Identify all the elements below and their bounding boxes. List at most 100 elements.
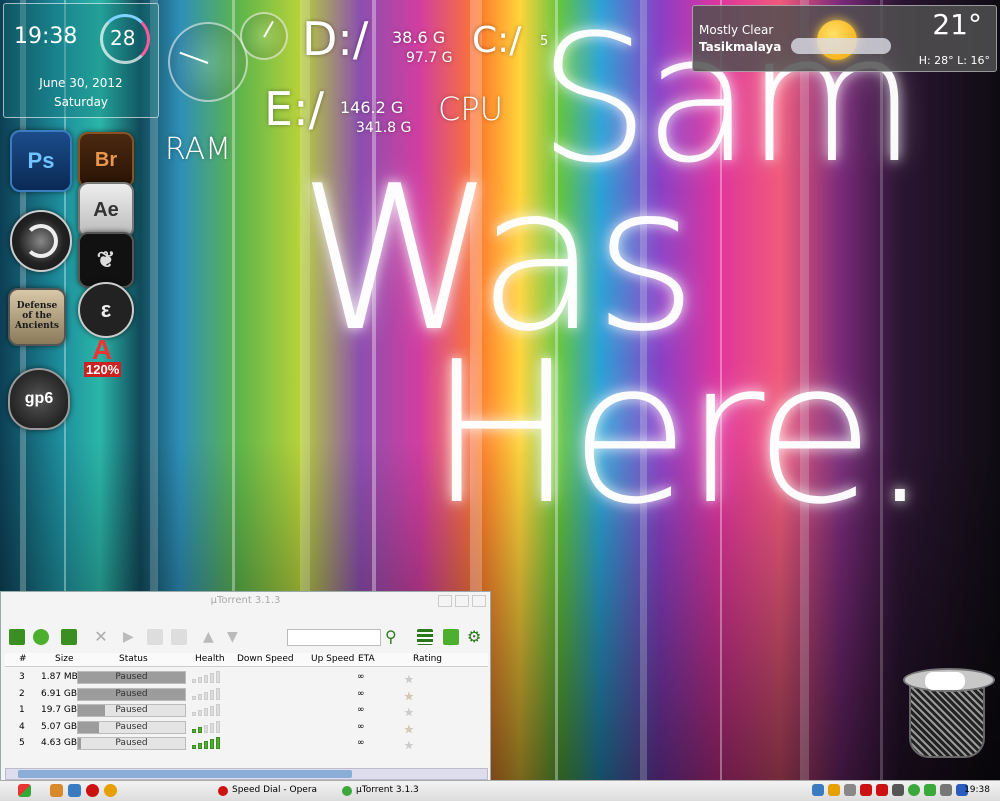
tray-icon-3[interactable]: [844, 784, 856, 796]
row-status: Paused: [115, 688, 148, 699]
tray-icon-7[interactable]: [908, 784, 920, 796]
col-size[interactable]: Size: [55, 654, 73, 664]
swirl-app-icon[interactable]: [10, 210, 72, 272]
col-rating[interactable]: Rating: [413, 654, 442, 664]
row-num: 1: [19, 705, 25, 715]
clock-date: June 30, 2012: [39, 76, 123, 90]
horizontal-scrollbar[interactable]: [5, 768, 488, 780]
row-size: 5.07 GB: [41, 721, 78, 732]
row-eta: ∞: [357, 738, 365, 748]
col-health[interactable]: Health: [195, 654, 225, 664]
opera-icon: [218, 785, 228, 796]
col-up-speed[interactable]: Up Speed: [311, 654, 354, 664]
move-up-icon[interactable]: ▲: [203, 629, 219, 645]
tray-icon-1[interactable]: [812, 784, 824, 796]
row-num: 3: [19, 672, 25, 682]
row-size: 19.7 GB: [41, 705, 78, 715]
clock-day: Saturday: [53, 95, 109, 109]
tray-icon-5[interactable]: [876, 784, 888, 796]
gear-icon[interactable]: ⚙: [467, 629, 483, 645]
feather-app-icon[interactable]: ❦: [78, 232, 134, 288]
utorrent-window[interactable]: µTorrent 3.1.3 ✕ ▶ ▲ ▼ ⚲ ⚙ # Size Status…: [0, 591, 491, 783]
drive-e-total: 341.8 G: [356, 120, 412, 136]
remove-icon[interactable]: ✕: [93, 629, 109, 645]
tray-icon-6[interactable]: [892, 784, 904, 796]
row-size: 6.91 GB: [41, 688, 78, 699]
weather-condition: Mostly Clear: [699, 23, 774, 37]
table-row[interactable]: 3 1.87 MB Paused ∞ ★ ★ ★ ★ ★: [5, 669, 488, 686]
col-status[interactable]: Status: [119, 654, 148, 664]
star-icon[interactable]: ★: [404, 723, 414, 736]
window-controls: [438, 595, 486, 607]
search-icon[interactable]: ⚲: [385, 629, 401, 645]
guitar-pro-icon[interactable]: gp6: [8, 368, 70, 430]
start-icon[interactable]: ▶: [123, 629, 139, 645]
cloud-icon: [791, 38, 891, 54]
star-icon[interactable]: ★: [404, 673, 414, 686]
recycle-bin-icon[interactable]: [903, 668, 995, 758]
drive-e-free: 146.2 G: [340, 98, 404, 117]
add-torrent-icon[interactable]: [9, 629, 25, 645]
maximize-button[interactable]: [455, 595, 469, 607]
quicklaunch-browser-icon[interactable]: [68, 784, 81, 797]
tray-icon-2[interactable]: [828, 784, 840, 796]
star-icon[interactable]: ★: [404, 706, 414, 719]
table-row[interactable]: 4 5.07 GB Paused ∞ ★ ★ ★ ★ ★: [5, 719, 488, 736]
quicklaunch-media-icon[interactable]: [104, 784, 117, 797]
ram-label: RAM: [165, 132, 232, 167]
taskbar-clock[interactable]: 19:38: [964, 785, 990, 795]
star-icon[interactable]: ★: [404, 739, 414, 752]
task-utorrent[interactable]: µTorrent 3.1.3: [342, 783, 419, 798]
stop-icon[interactable]: [171, 629, 187, 645]
col-eta[interactable]: ETA: [358, 654, 375, 664]
clock-time: 19:38: [14, 24, 78, 49]
move-down-icon[interactable]: ▼: [227, 629, 243, 645]
wallpaper-text-here: Here.: [428, 320, 931, 548]
col-down-speed[interactable]: Down Speed: [237, 654, 294, 664]
pause-icon[interactable]: [147, 629, 163, 645]
windows-start-icon[interactable]: [18, 784, 31, 797]
row-status: Paused: [115, 705, 148, 715]
weather-gadget[interactable]: Mostly Clear Tasikmalaya 21° H: 28° L: 1…: [692, 5, 997, 72]
status-progress-bar: Paused: [77, 671, 186, 684]
col-num[interactable]: #: [19, 654, 27, 664]
clock-seconds: 28: [110, 26, 136, 50]
quicklaunch-folder-icon[interactable]: [50, 784, 63, 797]
row-eta: ∞: [357, 705, 365, 715]
star-icon[interactable]: ★: [404, 690, 414, 703]
row-status: Paused: [115, 738, 148, 748]
add-url-icon[interactable]: [33, 629, 49, 645]
drive-c-free: 5: [540, 34, 549, 49]
drive-d-free: 38.6 G: [392, 28, 446, 47]
taskbar: Speed Dial - Opera µTorrent 3.1.3 19:38: [0, 780, 1000, 801]
photoshop-icon[interactable]: Ps: [10, 130, 72, 192]
quicklaunch-opera-icon[interactable]: [86, 784, 99, 797]
tray-icon-4[interactable]: [860, 784, 872, 796]
drive-d-total: 97.7 G: [406, 50, 453, 66]
after-effects-icon[interactable]: Ae: [78, 182, 134, 238]
table-row[interactable]: 1 19.7 GB Paused ∞ ★ ★ ★ ★ ★: [5, 702, 488, 719]
close-button[interactable]: [472, 595, 486, 607]
table-row[interactable]: 2 6.91 GB Paused ∞ ★ ★ ★ ★ ★: [5, 686, 488, 703]
dota-icon[interactable]: Defense of the Ancients: [8, 288, 66, 346]
tray-icon-9[interactable]: [940, 784, 952, 796]
minimize-button[interactable]: [438, 595, 452, 607]
task-opera[interactable]: Speed Dial - Opera: [218, 783, 317, 798]
tray-icon-8[interactable]: [924, 784, 936, 796]
row-size: 1.87 MB: [41, 672, 78, 682]
create-torrent-icon[interactable]: [61, 629, 77, 645]
weather-city: Tasikmalaya: [699, 40, 782, 54]
clock-gadget[interactable]: 19:38 28 June 30, 2012 Saturday: [3, 3, 159, 118]
edit-icon[interactable]: [443, 629, 459, 645]
row-num: 2: [19, 688, 25, 699]
row-eta: ∞: [357, 721, 365, 732]
table-row[interactable]: 5 4.63 GB Paused ∞ ★ ★ ★ ★ ★: [5, 735, 488, 752]
search-input[interactable]: [287, 629, 381, 646]
status-progress-bar: Paused: [77, 704, 186, 717]
daemon-tools-icon[interactable]: A 120%: [78, 334, 130, 386]
list-view-icon[interactable]: [417, 629, 433, 645]
row-status: Paused: [115, 672, 148, 682]
e-logo-icon[interactable]: ε: [78, 282, 134, 338]
bridge-icon[interactable]: Br: [78, 132, 134, 188]
row-eta: ∞: [357, 688, 365, 699]
